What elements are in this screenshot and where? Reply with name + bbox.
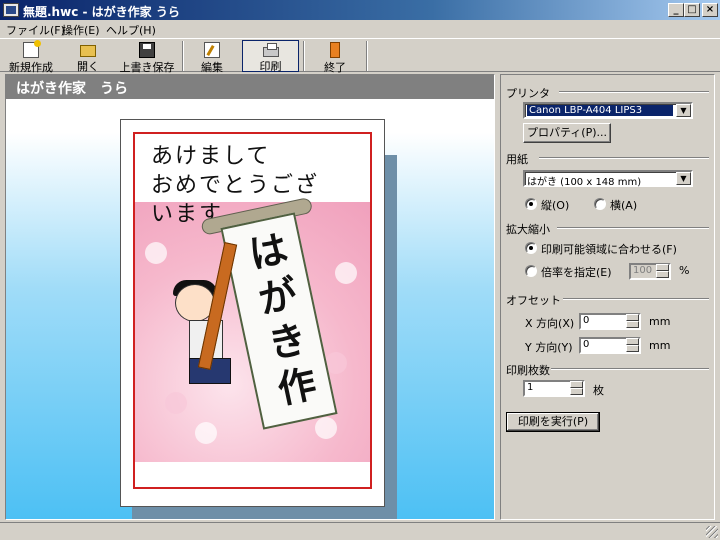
menu-file[interactable]: ファイル(F)	[6, 22, 65, 38]
preview-title: はがき作家 うら	[16, 81, 128, 97]
copies-group-label: 印刷枚数	[506, 364, 550, 377]
scale-percent-stepper[interactable]: 100	[629, 263, 671, 280]
blossom-icon	[195, 422, 217, 444]
menu-bar: ファイル(F) 操作(E) ヘルプ(H)	[0, 20, 720, 38]
save-button[interactable]: 上書き保存	[116, 40, 178, 74]
offset-y-unit: mm	[649, 339, 671, 352]
offset-y-label: Y 方向(Y)	[525, 341, 573, 354]
greeting-line: おめでとうござ	[151, 173, 320, 198]
exit-button-label: 終了	[324, 61, 346, 74]
postcard-red-frame: あけまして おめでとうござ います は が き 作	[133, 132, 372, 489]
stepper-down-icon[interactable]	[656, 271, 669, 278]
edit-button-label: 編集	[201, 61, 223, 74]
maximize-button[interactable]: □	[684, 3, 700, 17]
minimize-button[interactable]: _	[668, 3, 684, 17]
group-divider	[563, 298, 709, 300]
toolbar-separator	[303, 41, 305, 71]
portrait-label[interactable]: 縦(O)	[541, 197, 569, 213]
blossom-icon	[165, 392, 187, 414]
new-document-icon	[23, 40, 41, 58]
floppy-disk-icon	[139, 42, 155, 58]
landscape-label[interactable]: 横(A)	[610, 197, 637, 213]
toolbar-separator	[182, 41, 184, 71]
open-button[interactable]: 開く	[64, 40, 112, 73]
scale-percent-value: 100	[633, 265, 653, 276]
greeting-line: あけまして	[151, 144, 271, 169]
postcard-preview: あけまして おめでとうござ います は が き 作	[120, 119, 385, 507]
offset-y-stepper[interactable]: 0	[579, 337, 641, 354]
chevron-down-icon[interactable]: ▼	[676, 172, 691, 185]
window-title: 無題.hwc - はがき作家 うら	[23, 5, 180, 19]
app-icon[interactable]	[3, 3, 19, 17]
toolbar: 新規作成 開く 上書き保存 編集 印刷 終了	[0, 38, 720, 74]
fit-printable-area-radio[interactable]	[525, 242, 537, 254]
blossom-icon	[335, 262, 357, 284]
fit-printable-area-label[interactable]: 印刷可能領域に合わせる(F)	[541, 241, 677, 257]
paper-select-value: はがき (100 x 148 mm)	[527, 177, 642, 188]
offset-x-label: X 方向(X)	[525, 317, 575, 330]
menu-help[interactable]: ヘルプ(H)	[106, 22, 156, 38]
preview-pane: はがき作家 うら あけまして おめでとうござ います は が き 作	[5, 74, 495, 520]
scale-unit: %	[679, 264, 690, 277]
custom-scale-label[interactable]: 倍率を指定(E)	[541, 264, 612, 280]
open-button-label: 開く	[77, 60, 99, 73]
title-bar: 無題.hwc - はがき作家 うら _ □ ×	[0, 0, 720, 20]
close-button[interactable]: ×	[702, 3, 718, 17]
pencil-icon	[204, 42, 220, 58]
offset-x-stepper[interactable]: 0	[579, 313, 641, 330]
stepper-down-icon[interactable]	[570, 388, 583, 395]
toolbar-separator	[366, 41, 368, 71]
group-divider	[559, 91, 709, 93]
status-bar	[0, 522, 720, 540]
stepper-up-icon[interactable]	[626, 314, 639, 321]
preview-header: はがき作家 うら	[6, 75, 494, 99]
scale-group-label: 拡大縮小	[506, 223, 550, 236]
copies-stepper[interactable]: 1	[523, 380, 585, 397]
printer-select[interactable]: Canon LBP-A404 LIPS3 ▼	[523, 102, 693, 119]
group-divider	[557, 227, 709, 229]
paper-select[interactable]: はがき (100 x 148 mm) ▼	[523, 170, 693, 188]
scroll-char: 作	[273, 360, 321, 413]
preview-canvas[interactable]: あけまして おめでとうござ います は が き 作	[6, 99, 494, 519]
group-divider	[551, 368, 709, 370]
new-button[interactable]: 新規作成	[4, 40, 58, 74]
stepper-up-icon[interactable]	[656, 264, 669, 271]
paper-group-label: 用紙	[506, 153, 528, 166]
custom-scale-radio[interactable]	[525, 265, 537, 277]
menu-operation[interactable]: 操作(E)	[62, 22, 100, 38]
offset-x-value: 0	[583, 315, 590, 326]
landscape-radio[interactable]	[594, 198, 606, 210]
printer-select-value: Canon LBP-A404 LIPS3	[527, 105, 673, 116]
offset-group-label: オフセット	[506, 294, 561, 307]
new-button-label: 新規作成	[9, 61, 53, 74]
blossom-icon	[145, 242, 167, 264]
print-button-label: 印刷	[259, 60, 282, 73]
folder-open-icon	[80, 45, 96, 57]
print-settings-panel: プリンタ Canon LBP-A404 LIPS3 ▼ プロパティ(P)... …	[500, 74, 715, 520]
printer-icon	[262, 43, 279, 57]
chevron-down-icon[interactable]: ▼	[676, 104, 691, 117]
printer-properties-button[interactable]: プロパティ(P)...	[523, 123, 611, 143]
group-divider	[539, 157, 709, 159]
portrait-radio[interactable]	[525, 198, 537, 210]
printer-group-label: プリンタ	[506, 87, 550, 100]
copies-value: 1	[527, 382, 534, 393]
print-button[interactable]: 印刷	[242, 40, 299, 73]
stepper-down-icon[interactable]	[626, 321, 639, 328]
stepper-down-icon[interactable]	[626, 345, 639, 352]
offset-y-value: 0	[583, 339, 590, 350]
offset-x-unit: mm	[649, 315, 671, 328]
execute-print-button[interactable]: 印刷を実行(P)	[506, 412, 600, 432]
edit-button[interactable]: 編集	[186, 40, 238, 74]
stepper-up-icon[interactable]	[626, 338, 639, 345]
resize-grip-icon[interactable]	[706, 526, 718, 538]
exit-button[interactable]: 終了	[308, 40, 362, 74]
copies-unit: 枚	[593, 384, 604, 397]
exit-door-icon	[330, 42, 340, 58]
stepper-up-icon[interactable]	[570, 381, 583, 388]
save-button-label: 上書き保存	[119, 61, 175, 74]
